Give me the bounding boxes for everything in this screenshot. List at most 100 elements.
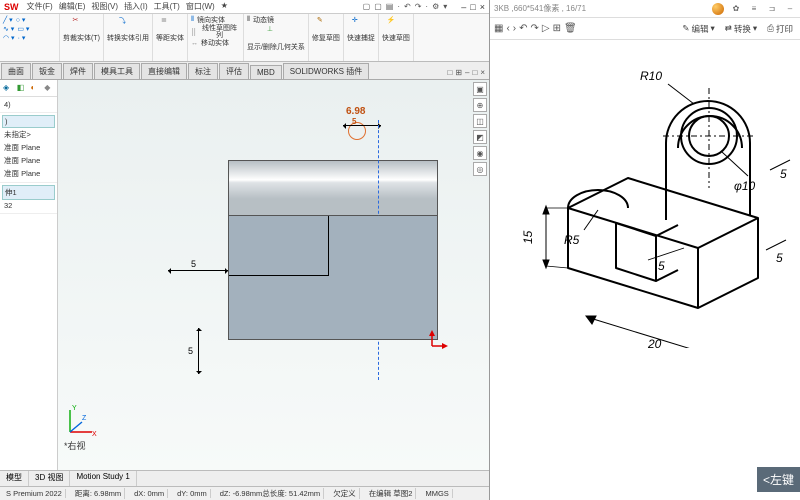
- svg-text:Z: Z: [82, 415, 87, 422]
- menu-window[interactable]: 窗口(W): [186, 1, 215, 12]
- model-upper-block[interactable]: [228, 160, 438, 216]
- offset-button[interactable]: ≣ 等距实体: [156, 16, 184, 42]
- pm-plane-1[interactable]: 准面 Plane: [2, 141, 55, 154]
- arc-tool-icon[interactable]: ◠ ▾: [3, 34, 15, 42]
- convert-button[interactable]: ⤵ 转换实体引用: [107, 16, 149, 42]
- user-avatar[interactable]: [712, 3, 724, 15]
- doc-max-icon[interactable]: □: [472, 68, 477, 77]
- pm-unspecified[interactable]: 未指定>: [2, 128, 55, 141]
- qa-redo-icon[interactable]: ↷: [415, 2, 422, 11]
- tab-addins[interactable]: SOLIDWORKS 插件: [283, 63, 369, 79]
- menu-star-icon[interactable]: ★: [221, 1, 228, 12]
- prev-page-icon[interactable]: ‹: [506, 23, 509, 34]
- viewer-min-icon[interactable]: –: [784, 3, 796, 15]
- trim-button[interactable]: ✂ 剪裁实体(T): [63, 16, 100, 42]
- mirror-icon[interactable]: ⦀: [191, 16, 194, 24]
- snap-button[interactable]: ✛ 快速捕捉: [347, 16, 375, 42]
- snap-label: 快速捕捉: [347, 35, 375, 42]
- menu-bars-icon[interactable]: ≡: [748, 3, 760, 15]
- rect-tool-icon[interactable]: ▭ ▾: [17, 25, 29, 33]
- vt-hide-icon[interactable]: ◎: [473, 162, 487, 176]
- delete-icon[interactable]: 🗑: [564, 23, 577, 34]
- tab-mbd[interactable]: MBD: [250, 65, 282, 79]
- menu-tools[interactable]: 工具(T): [154, 1, 180, 12]
- pm-tab-config-icon[interactable]: ◐: [30, 82, 42, 94]
- doc-layout-icon[interactable]: □: [447, 68, 452, 77]
- menu-insert[interactable]: 插入(I): [124, 1, 148, 12]
- sketch-origin-icon: [428, 330, 448, 350]
- qa-undo-icon[interactable]: ↶: [404, 2, 411, 11]
- settings-icon[interactable]: ✿: [730, 3, 742, 15]
- rotate-left-icon[interactable]: ↶: [519, 23, 527, 34]
- triad-icon[interactable]: Y X Z: [62, 400, 102, 440]
- maximize-icon[interactable]: □: [470, 2, 475, 12]
- model-lower-block[interactable]: [228, 216, 438, 340]
- print-button[interactable]: ⎙打印: [764, 22, 796, 36]
- doc-close-icon[interactable]: ×: [480, 68, 485, 77]
- dynamic-mirror-icon[interactable]: ⦀: [247, 16, 250, 24]
- pm-feature[interactable]: 伸1: [2, 185, 55, 200]
- tab-eval[interactable]: 评估: [219, 63, 249, 79]
- tab-surface[interactable]: 曲面: [1, 63, 31, 79]
- qa-options-icon[interactable]: ⚙: [432, 2, 439, 11]
- doc-tile-icon[interactable]: ⊞: [455, 68, 462, 77]
- vt-select-icon[interactable]: ▣: [473, 82, 487, 96]
- rotate-right-icon[interactable]: ↷: [531, 23, 539, 34]
- spline-tool-icon[interactable]: ∿ ▾: [3, 25, 14, 33]
- vt-view-icon[interactable]: ◫: [473, 114, 487, 128]
- vt-appearance-icon[interactable]: ◉: [473, 146, 487, 160]
- edit-button[interactable]: ✎编辑▾: [679, 22, 717, 36]
- dimension-5-horiz[interactable]: 5: [168, 270, 228, 271]
- qa-save-icon[interactable]: ▤: [386, 2, 394, 11]
- convert-button[interactable]: ⇄转换▾: [722, 22, 760, 36]
- close-icon[interactable]: ×: [480, 2, 485, 12]
- menu-edit[interactable]: 编辑(E): [59, 1, 86, 12]
- grid-view-icon[interactable]: ⊞: [553, 23, 561, 34]
- vt-zoom-icon[interactable]: ⊕: [473, 98, 487, 112]
- left-click-badge[interactable]: <左键: [757, 467, 800, 492]
- tab-sheetmetal[interactable]: 钣金: [32, 63, 62, 79]
- pm-tab-prop-icon[interactable]: ◧: [16, 82, 28, 94]
- qa-more-icon[interactable]: ▾: [443, 2, 447, 11]
- btab-model[interactable]: 模型: [0, 471, 29, 486]
- btab-motion[interactable]: Motion Study 1: [70, 471, 136, 486]
- thumbnails-icon[interactable]: ▦: [494, 23, 503, 34]
- pm-plane-2[interactable]: 准面 Plane: [2, 154, 55, 167]
- circle-tool-icon[interactable]: ○ ▾: [16, 16, 26, 24]
- pin-icon[interactable]: ⊐: [766, 3, 778, 15]
- pm-tab-display-icon[interactable]: ◆: [43, 82, 55, 94]
- tab-direct[interactable]: 直接编辑: [141, 63, 187, 79]
- move-icon[interactable]: ↔: [191, 40, 198, 47]
- tab-mold[interactable]: 模具工具: [94, 63, 140, 79]
- quick-sketch-button[interactable]: ⚡ 快速草图: [382, 16, 410, 42]
- minimize-icon[interactable]: –: [461, 2, 466, 12]
- sketch-rectangle[interactable]: [229, 216, 329, 276]
- tab-weldment[interactable]: 焊件: [63, 63, 93, 79]
- menu-file[interactable]: 文件(F): [27, 1, 53, 12]
- btab-3dview[interactable]: 3D 视图: [29, 471, 70, 486]
- slideshow-icon[interactable]: ▷: [542, 23, 550, 34]
- tab-annot[interactable]: 标注: [188, 63, 218, 79]
- repair-button[interactable]: ✎ 修复草图: [312, 16, 340, 42]
- pattern-icon[interactable]: ⣿: [191, 28, 196, 36]
- viewer-canvas[interactable]: 15 R5 5 20 5 5 R10 φ10: [490, 40, 800, 500]
- status-units[interactable]: MMGS: [422, 489, 452, 498]
- next-page-icon[interactable]: ›: [513, 23, 516, 34]
- relations-button[interactable]: ⊥ 显示/删除几何关系: [247, 25, 305, 51]
- pm-plane-3[interactable]: 准面 Plane: [2, 167, 55, 180]
- graphics-area[interactable]: ▣ ⊕ ◫ ◩ ◉ ◎ 6.98 5 5: [58, 80, 489, 470]
- doc-min-icon[interactable]: –: [465, 68, 469, 77]
- line-tool-icon[interactable]: ╱ ▾: [3, 16, 13, 24]
- pm-item-label[interactable]: 4): [2, 99, 55, 110]
- dim-20: 20: [647, 337, 662, 348]
- vt-section-icon[interactable]: ◩: [473, 130, 487, 144]
- qa-new-icon[interactable]: ▢: [363, 2, 371, 11]
- dimension-top[interactable]: 6.98 5: [343, 125, 381, 126]
- pm-tab-tree-icon[interactable]: ◈: [2, 82, 14, 94]
- dimension-5-vert[interactable]: 5: [198, 328, 199, 374]
- pm-feature-sub[interactable]: 32: [2, 200, 55, 211]
- qa-open-icon[interactable]: ▢: [374, 2, 382, 11]
- point-tool-icon[interactable]: · ▾: [18, 34, 26, 42]
- menu-view[interactable]: 视图(V): [91, 1, 118, 12]
- pm-header[interactable]: ): [2, 115, 55, 128]
